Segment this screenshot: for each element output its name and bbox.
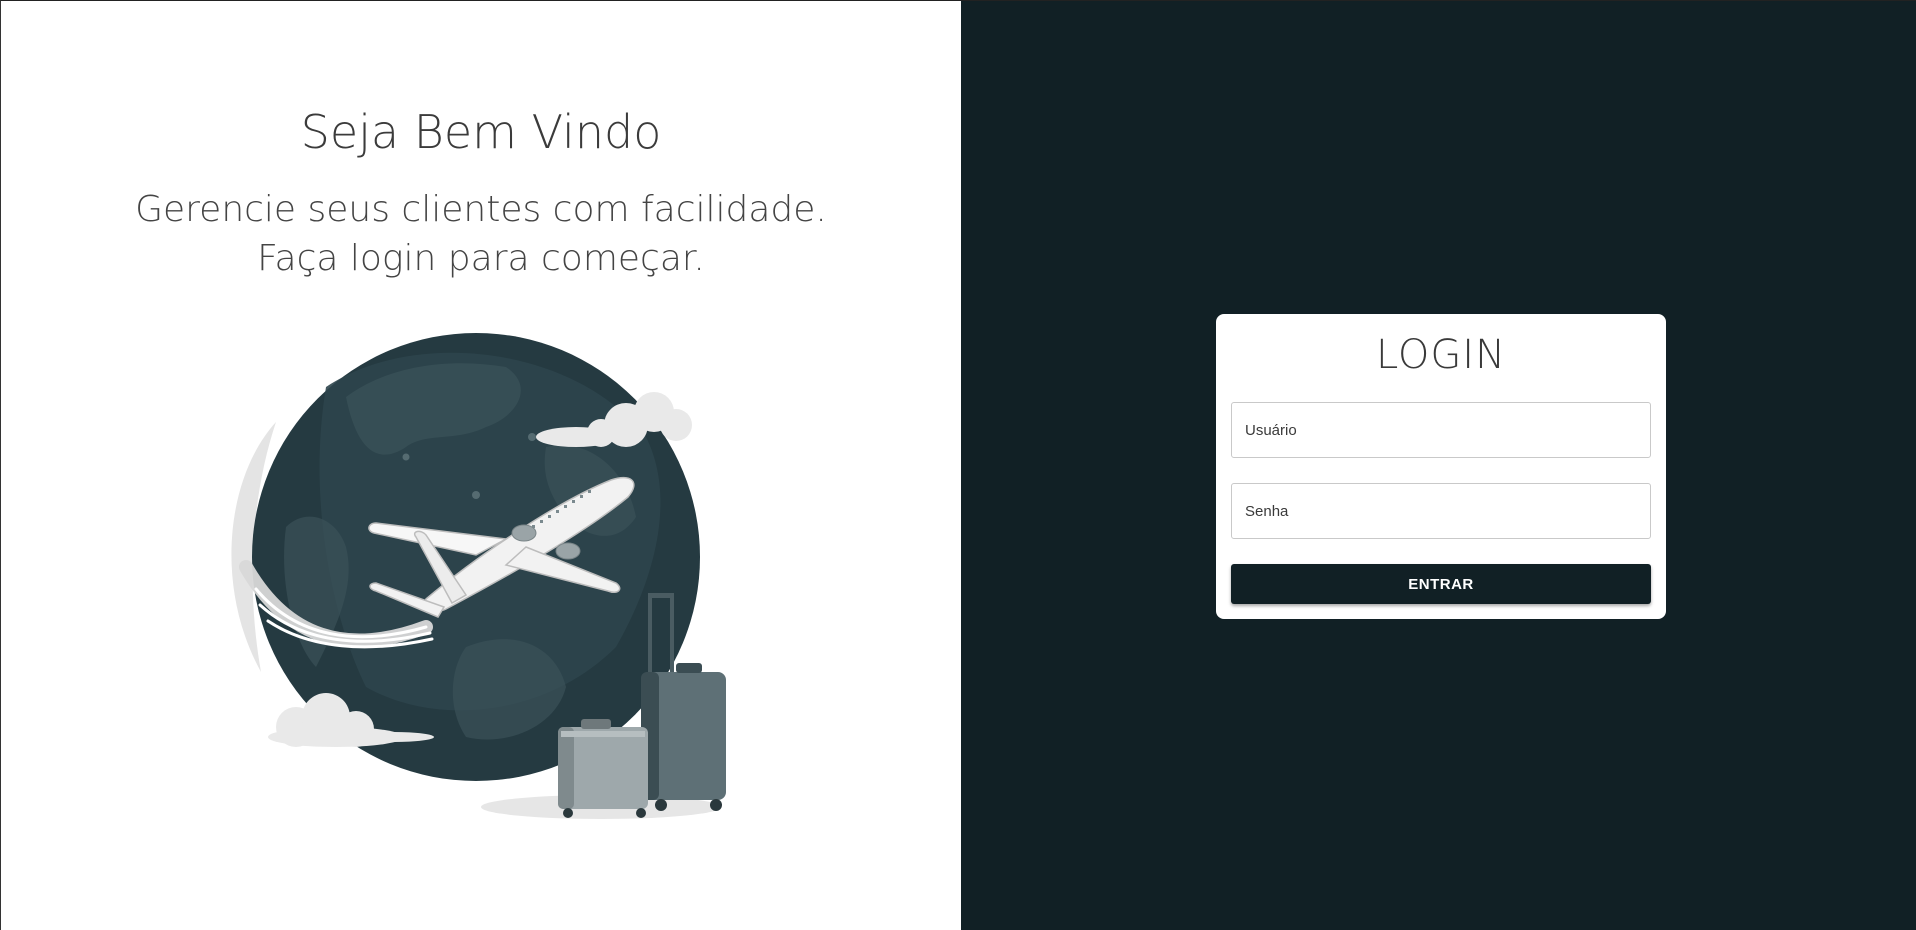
map-pin-icon (528, 433, 536, 441)
login-card: LOGIN ENTRAR (1216, 314, 1666, 619)
username-input[interactable] (1231, 402, 1651, 458)
login-title: LOGIN (1375, 332, 1507, 378)
welcome-title: Seja Bem Vindo (300, 105, 662, 159)
welcome-subtitle: Gerencie seus clientes com facilidade. F… (1, 185, 961, 283)
welcome-subtitle-line-1: Gerencie seus clientes com facilidade. (135, 189, 827, 230)
welcome-panel: Seja Bem Vindo Gerencie seus clientes co… (1, 1, 961, 930)
login-submit-button[interactable]: ENTRAR (1231, 564, 1651, 604)
page-frame: Seja Bem Vindo Gerencie seus clientes co… (0, 0, 1916, 930)
travel-illustration (231, 333, 726, 819)
password-input[interactable] (1231, 483, 1651, 539)
map-pin-icon (472, 491, 480, 499)
briefcase-icon (558, 719, 648, 818)
login-panel: LOGIN ENTRAR (961, 1, 1916, 930)
map-pin-icon (402, 453, 410, 461)
welcome-subtitle-line-2: Faça login para começar. (257, 238, 705, 279)
